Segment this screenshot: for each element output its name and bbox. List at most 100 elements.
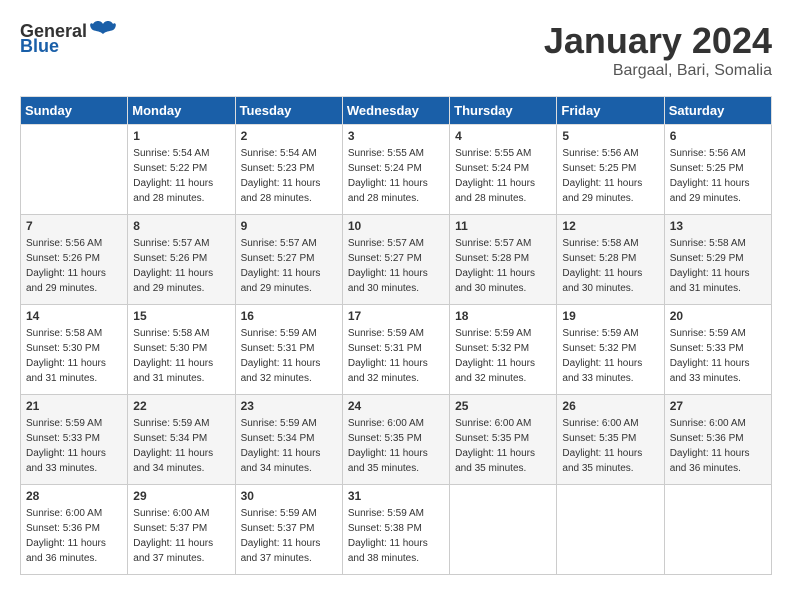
calendar-title: January 2024: [544, 20, 772, 62]
day-number: 3: [348, 129, 444, 143]
day-info: Sunrise: 5:58 AMSunset: 5:30 PMDaylight:…: [133, 326, 229, 386]
calendar-week-row: 7 Sunrise: 5:56 AMSunset: 5:26 PMDayligh…: [21, 215, 772, 305]
day-number: 8: [133, 219, 229, 233]
calendar-cell: 14 Sunrise: 5:58 AMSunset: 5:30 PMDaylig…: [21, 305, 128, 395]
calendar-cell: 10 Sunrise: 5:57 AMSunset: 5:27 PMDaylig…: [342, 215, 449, 305]
day-number: 31: [348, 489, 444, 503]
day-info: Sunrise: 5:57 AMSunset: 5:27 PMDaylight:…: [241, 236, 337, 296]
day-number: 23: [241, 399, 337, 413]
day-info: Sunrise: 6:00 AMSunset: 5:35 PMDaylight:…: [562, 416, 658, 476]
day-info: Sunrise: 5:59 AMSunset: 5:34 PMDaylight:…: [241, 416, 337, 476]
day-number: 24: [348, 399, 444, 413]
day-number: 7: [26, 219, 122, 233]
calendar-cell: 20 Sunrise: 5:59 AMSunset: 5:33 PMDaylig…: [664, 305, 771, 395]
day-number: 13: [670, 219, 766, 233]
day-info: Sunrise: 5:59 AMSunset: 5:31 PMDaylight:…: [241, 326, 337, 386]
calendar-location: Bargaal, Bari, Somalia: [544, 62, 772, 80]
header-sunday: Sunday: [21, 97, 128, 125]
day-number: 6: [670, 129, 766, 143]
day-info: Sunrise: 6:00 AMSunset: 5:36 PMDaylight:…: [670, 416, 766, 476]
day-info: Sunrise: 5:54 AMSunset: 5:23 PMDaylight:…: [241, 146, 337, 206]
day-info: Sunrise: 5:59 AMSunset: 5:32 PMDaylight:…: [562, 326, 658, 386]
calendar-week-row: 21 Sunrise: 5:59 AMSunset: 5:33 PMDaylig…: [21, 395, 772, 485]
logo-bird-icon: [89, 20, 117, 42]
calendar-cell: 12 Sunrise: 5:58 AMSunset: 5:28 PMDaylig…: [557, 215, 664, 305]
calendar-cell: 26 Sunrise: 6:00 AMSunset: 5:35 PMDaylig…: [557, 395, 664, 485]
day-info: Sunrise: 5:57 AMSunset: 5:27 PMDaylight:…: [348, 236, 444, 296]
day-info: Sunrise: 5:56 AMSunset: 5:26 PMDaylight:…: [26, 236, 122, 296]
calendar-cell: 24 Sunrise: 6:00 AMSunset: 5:35 PMDaylig…: [342, 395, 449, 485]
calendar-cell: 29 Sunrise: 6:00 AMSunset: 5:37 PMDaylig…: [128, 485, 235, 575]
day-number: 11: [455, 219, 551, 233]
day-number: 9: [241, 219, 337, 233]
day-info: Sunrise: 5:59 AMSunset: 5:37 PMDaylight:…: [241, 506, 337, 566]
calendar-cell: 16 Sunrise: 5:59 AMSunset: 5:31 PMDaylig…: [235, 305, 342, 395]
day-info: Sunrise: 5:57 AMSunset: 5:26 PMDaylight:…: [133, 236, 229, 296]
day-number: 22: [133, 399, 229, 413]
calendar-cell: 19 Sunrise: 5:59 AMSunset: 5:32 PMDaylig…: [557, 305, 664, 395]
day-info: Sunrise: 5:58 AMSunset: 5:28 PMDaylight:…: [562, 236, 658, 296]
day-number: 2: [241, 129, 337, 143]
calendar-cell: 21 Sunrise: 5:59 AMSunset: 5:33 PMDaylig…: [21, 395, 128, 485]
day-number: 17: [348, 309, 444, 323]
page-header: General Blue January 2024 Bargaal, Bari,…: [20, 20, 772, 80]
day-info: Sunrise: 5:56 AMSunset: 5:25 PMDaylight:…: [670, 146, 766, 206]
calendar-cell: 8 Sunrise: 5:57 AMSunset: 5:26 PMDayligh…: [128, 215, 235, 305]
calendar-cell: [664, 485, 771, 575]
day-info: Sunrise: 5:58 AMSunset: 5:29 PMDaylight:…: [670, 236, 766, 296]
day-number: 15: [133, 309, 229, 323]
day-info: Sunrise: 5:59 AMSunset: 5:33 PMDaylight:…: [26, 416, 122, 476]
day-info: Sunrise: 5:57 AMSunset: 5:28 PMDaylight:…: [455, 236, 551, 296]
calendar-cell: 30 Sunrise: 5:59 AMSunset: 5:37 PMDaylig…: [235, 485, 342, 575]
day-info: Sunrise: 5:59 AMSunset: 5:32 PMDaylight:…: [455, 326, 551, 386]
calendar-cell: 15 Sunrise: 5:58 AMSunset: 5:30 PMDaylig…: [128, 305, 235, 395]
day-number: 12: [562, 219, 658, 233]
day-info: Sunrise: 6:00 AMSunset: 5:36 PMDaylight:…: [26, 506, 122, 566]
calendar-cell: 2 Sunrise: 5:54 AMSunset: 5:23 PMDayligh…: [235, 125, 342, 215]
calendar-cell: 28 Sunrise: 6:00 AMSunset: 5:36 PMDaylig…: [21, 485, 128, 575]
day-number: 19: [562, 309, 658, 323]
day-number: 30: [241, 489, 337, 503]
day-number: 1: [133, 129, 229, 143]
calendar-cell: 7 Sunrise: 5:56 AMSunset: 5:26 PMDayligh…: [21, 215, 128, 305]
day-info: Sunrise: 5:56 AMSunset: 5:25 PMDaylight:…: [562, 146, 658, 206]
calendar-cell: 1 Sunrise: 5:54 AMSunset: 5:22 PMDayligh…: [128, 125, 235, 215]
day-number: 20: [670, 309, 766, 323]
day-number: 16: [241, 309, 337, 323]
calendar-week-row: 1 Sunrise: 5:54 AMSunset: 5:22 PMDayligh…: [21, 125, 772, 215]
weekday-header-row: Sunday Monday Tuesday Wednesday Thursday…: [21, 97, 772, 125]
logo: General Blue: [20, 20, 117, 57]
calendar-week-row: 14 Sunrise: 5:58 AMSunset: 5:30 PMDaylig…: [21, 305, 772, 395]
day-number: 14: [26, 309, 122, 323]
day-number: 25: [455, 399, 551, 413]
calendar-cell: 4 Sunrise: 5:55 AMSunset: 5:24 PMDayligh…: [450, 125, 557, 215]
day-number: 18: [455, 309, 551, 323]
day-number: 5: [562, 129, 658, 143]
calendar-cell: [450, 485, 557, 575]
calendar-cell: 18 Sunrise: 5:59 AMSunset: 5:32 PMDaylig…: [450, 305, 557, 395]
day-number: 26: [562, 399, 658, 413]
day-info: Sunrise: 5:59 AMSunset: 5:34 PMDaylight:…: [133, 416, 229, 476]
calendar-cell: 23 Sunrise: 5:59 AMSunset: 5:34 PMDaylig…: [235, 395, 342, 485]
calendar-cell: 3 Sunrise: 5:55 AMSunset: 5:24 PMDayligh…: [342, 125, 449, 215]
calendar-cell: 17 Sunrise: 5:59 AMSunset: 5:31 PMDaylig…: [342, 305, 449, 395]
day-info: Sunrise: 5:58 AMSunset: 5:30 PMDaylight:…: [26, 326, 122, 386]
calendar-cell: [557, 485, 664, 575]
day-number: 29: [133, 489, 229, 503]
day-info: Sunrise: 5:59 AMSunset: 5:33 PMDaylight:…: [670, 326, 766, 386]
calendar-cell: 31 Sunrise: 5:59 AMSunset: 5:38 PMDaylig…: [342, 485, 449, 575]
day-info: Sunrise: 5:59 AMSunset: 5:38 PMDaylight:…: [348, 506, 444, 566]
calendar-cell: 13 Sunrise: 5:58 AMSunset: 5:29 PMDaylig…: [664, 215, 771, 305]
calendar-cell: 5 Sunrise: 5:56 AMSunset: 5:25 PMDayligh…: [557, 125, 664, 215]
header-wednesday: Wednesday: [342, 97, 449, 125]
day-info: Sunrise: 6:00 AMSunset: 5:37 PMDaylight:…: [133, 506, 229, 566]
calendar-cell: 11 Sunrise: 5:57 AMSunset: 5:28 PMDaylig…: [450, 215, 557, 305]
calendar-cell: 6 Sunrise: 5:56 AMSunset: 5:25 PMDayligh…: [664, 125, 771, 215]
day-number: 28: [26, 489, 122, 503]
header-tuesday: Tuesday: [235, 97, 342, 125]
header-thursday: Thursday: [450, 97, 557, 125]
day-number: 27: [670, 399, 766, 413]
day-info: Sunrise: 5:59 AMSunset: 5:31 PMDaylight:…: [348, 326, 444, 386]
calendar-cell: 25 Sunrise: 6:00 AMSunset: 5:35 PMDaylig…: [450, 395, 557, 485]
calendar-cell: 22 Sunrise: 5:59 AMSunset: 5:34 PMDaylig…: [128, 395, 235, 485]
